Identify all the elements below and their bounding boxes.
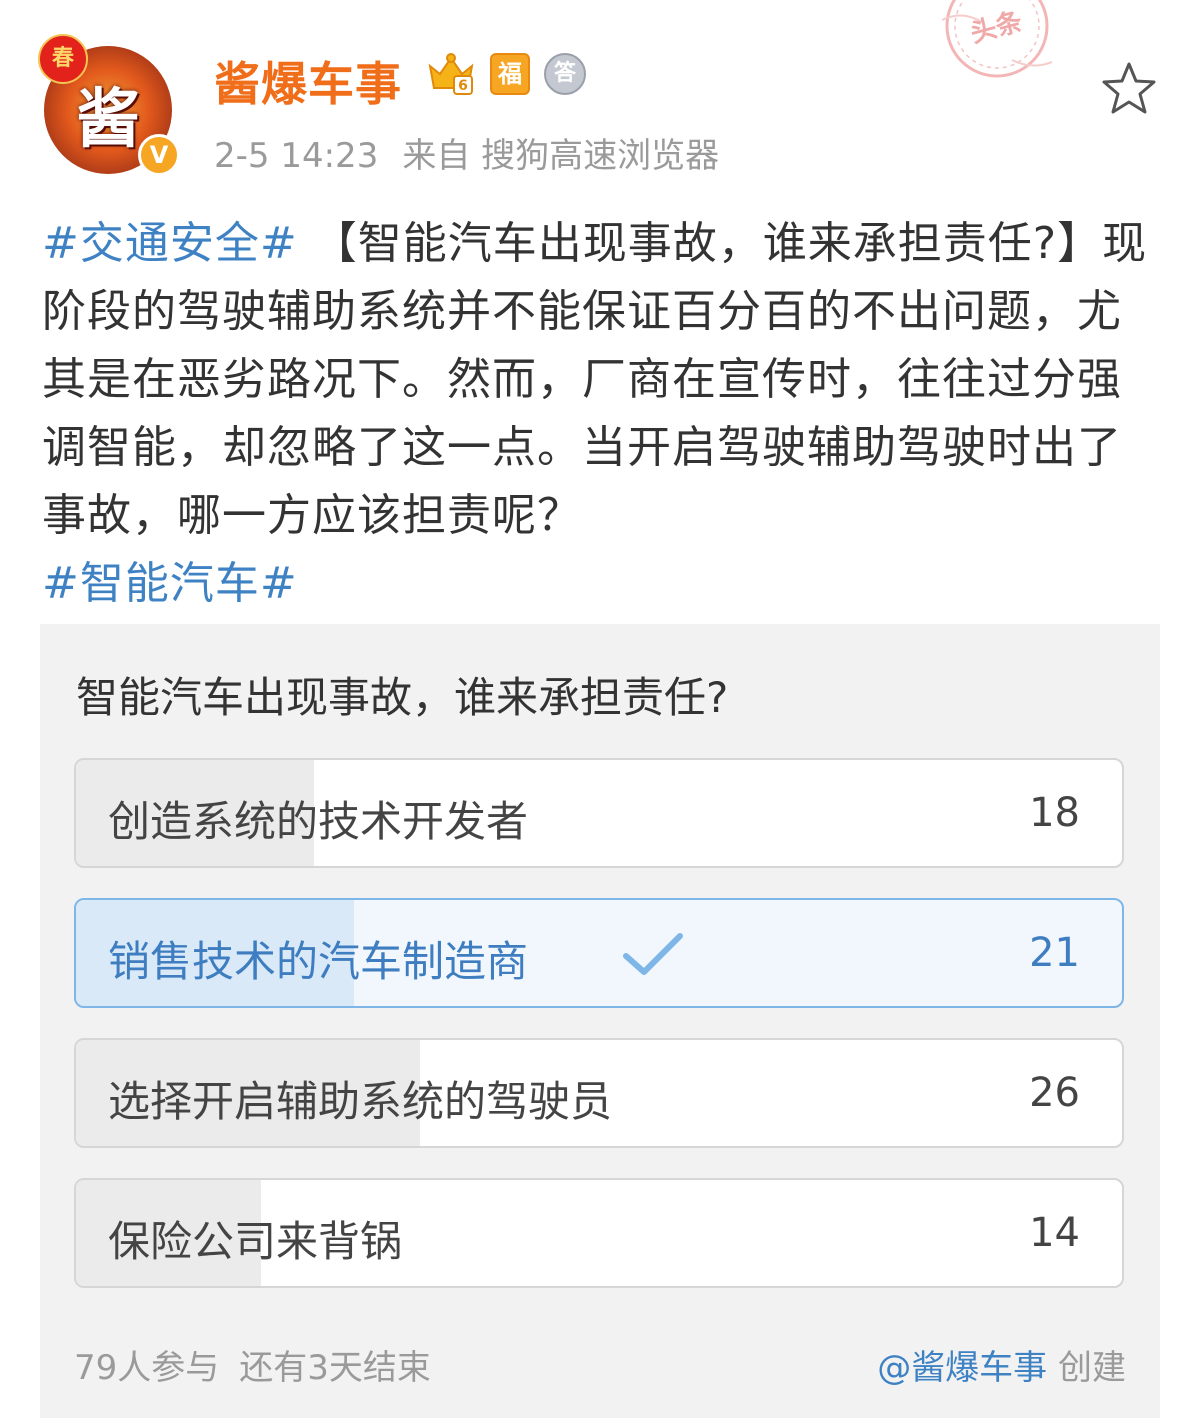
avatar[interactable]: 酱 春 V — [38, 34, 180, 176]
favorite-star-icon[interactable] — [1100, 60, 1158, 118]
poll-option-label: 选择开启辅助系统的驾驶员 — [108, 1077, 613, 1126]
poll-footer: 79人参与 还有3天结束 — [74, 1340, 451, 1389]
poll-option-label: 创造系统的技术开发者 — [108, 797, 529, 846]
user-badges: 6 福 答 — [426, 52, 586, 96]
hashtag-link[interactable]: #交通安全# — [42, 218, 298, 269]
poll-option[interactable]: 创造系统的技术开发者 18 — [74, 758, 1124, 868]
post-text: #交通安全# 【智能汽车出现事故，谁来承担责任?】现阶段的驾驶辅助系统并不能保证… — [42, 210, 1162, 618]
check-icon — [622, 930, 686, 980]
crown-level-icon[interactable]: 6 — [426, 52, 476, 96]
headline-stamp-icon: 头条 — [941, 0, 1053, 86]
poll-question: 智能汽车出现事故，谁来承担责任? — [76, 673, 729, 722]
spring-badge-icon: 春 — [38, 34, 88, 84]
crown-level-text: 6 — [458, 78, 468, 94]
stamp-text: 头条 — [967, 7, 1026, 50]
fu-badge-icon[interactable]: 福 — [490, 53, 530, 95]
poll-option-count: 26 — [1029, 1070, 1080, 1116]
poll-option-selected[interactable]: 销售技术的汽车制造商 21 — [74, 898, 1124, 1008]
answer-medal-icon[interactable]: 答 — [544, 53, 586, 95]
creator-mention-link[interactable]: @酱爆车事 — [877, 1348, 1047, 1388]
post-time: 2-5 14:23 — [214, 136, 379, 176]
poll-option-label: 保险公司来背锅 — [108, 1217, 403, 1266]
poll-option-label: 销售技术的汽车制造商 — [108, 937, 529, 986]
poll-remaining: 还有3天结束 — [239, 1348, 431, 1388]
poll-creator: @酱爆车事 创建 — [877, 1340, 1126, 1389]
creator-suffix: 创建 — [1047, 1348, 1126, 1388]
user-name[interactable]: 酱爆车事 — [214, 48, 402, 114]
poll-option-count: 14 — [1029, 1210, 1080, 1256]
verified-icon: V — [138, 134, 180, 176]
poll-option-count: 21 — [1029, 930, 1080, 976]
poll-option[interactable]: 保险公司来背锅 14 — [74, 1178, 1124, 1288]
poll-card: 智能汽车出现事故，谁来承担责任? 创造系统的技术开发者 18 销售技术的汽车制造… — [40, 624, 1160, 1418]
post-source[interactable]: 来自 搜狗高速浏览器 — [402, 136, 719, 176]
hashtag-link[interactable]: #智能汽车# — [42, 558, 298, 609]
poll-participants: 79人参与 — [74, 1348, 220, 1388]
poll-option-count: 18 — [1029, 790, 1080, 836]
post-meta: 2-5 14:23 来自 搜狗高速浏览器 — [214, 128, 743, 177]
poll-option[interactable]: 选择开启辅助系统的驾驶员 26 — [74, 1038, 1124, 1148]
